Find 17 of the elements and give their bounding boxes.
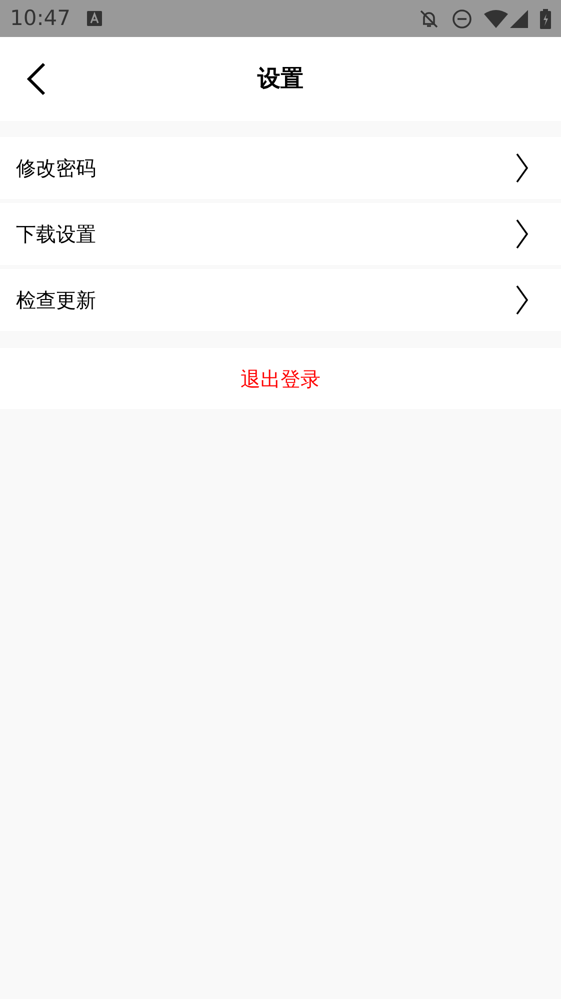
battery-charging-icon bbox=[540, 8, 551, 28]
chevron-right-icon bbox=[515, 219, 529, 249]
back-icon bbox=[25, 62, 47, 96]
menu-item[interactable]: 修改密码 bbox=[0, 137, 561, 199]
signal-icon bbox=[510, 10, 528, 28]
do-not-disturb-icon bbox=[452, 8, 472, 28]
logout-button[interactable]: 退出登录 bbox=[0, 348, 561, 409]
menu-item[interactable]: 检查更新 bbox=[0, 269, 561, 331]
status-time: 10:47 bbox=[10, 8, 71, 29]
back-button[interactable] bbox=[25, 62, 47, 96]
chevron-right-icon bbox=[515, 285, 529, 315]
wifi-icon bbox=[484, 10, 508, 28]
chevron-right-icon bbox=[515, 153, 529, 183]
menu-item[interactable]: 下载设置 bbox=[0, 203, 561, 265]
page-title: 设置 bbox=[258, 64, 304, 94]
bell-off-icon bbox=[418, 8, 440, 30]
keyboard-notification-icon bbox=[86, 11, 102, 26]
